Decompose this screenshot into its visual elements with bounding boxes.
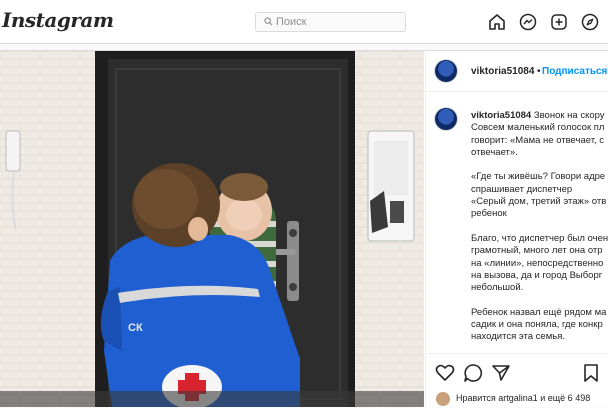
top-bar: Instagram (0, 0, 608, 44)
caption-line: Звонок на скору (533, 110, 605, 121)
caption-line: «Где ты живёшь? Говори адре (471, 171, 606, 183)
caption-line: ребенок (471, 208, 507, 220)
caption-avatar[interactable] (434, 107, 458, 131)
caption-line: на вызова, да и город Выборг (471, 269, 603, 281)
separator-dot: • (537, 66, 541, 77)
caption-text: Звонок на скору Совсем маленький голосок… (471, 110, 608, 342)
caption-line: спрашивает диспетчер (471, 183, 573, 195)
caption-line: находится эта семья. (471, 331, 565, 343)
caption-line: небольшой. (471, 282, 524, 294)
home-icon[interactable] (487, 12, 507, 32)
search-icon (264, 17, 273, 26)
like-icon[interactable] (434, 362, 456, 384)
caption-line: на «линии», непосредственно (471, 257, 604, 269)
caption-line: Ребенок назвал ещё рядом ма (471, 306, 607, 318)
post-header: viktoria51084 • Подписаться (426, 51, 608, 92)
share-icon[interactable] (490, 362, 512, 384)
post-sidebar: viktoria51084 • Подписаться viktoria5108… (425, 51, 608, 407)
post-container: СК viktoria51084 • Подписаться viktoria5… (0, 50, 608, 407)
caption-line: «Серый дом, третий этаж» отв (471, 196, 607, 208)
instagram-logo[interactable]: Instagram (2, 8, 114, 32)
liker-avatar[interactable] (436, 392, 450, 406)
search-input[interactable] (276, 15, 396, 29)
caption-line: садик и она поняла, где конкр (471, 319, 603, 331)
new-post-icon[interactable] (549, 12, 569, 32)
post-actions: Нравится artgalina1 и ещё 6 498 (426, 353, 608, 408)
caption-line: отвечает». (471, 146, 518, 158)
likes-count[interactable]: Нравится artgalina1 и ещё 6 498 (456, 393, 590, 403)
photo-illustration: СК (0, 51, 424, 407)
search-box[interactable] (255, 12, 406, 32)
author-avatar[interactable] (434, 59, 458, 83)
follow-button[interactable]: Подписаться (542, 66, 607, 77)
caption-line: Благо, что диспетчер был очен (471, 232, 608, 244)
svg-text:СК: СК (128, 322, 143, 334)
caption-line: грамотный, много лет она отр (471, 245, 603, 257)
caption-line: говорит: «Мама не отвечает, с (471, 134, 605, 146)
comment-icon[interactable] (462, 362, 484, 384)
caption-line: Совсем маленький голосок пл (471, 122, 605, 134)
messenger-icon[interactable] (518, 12, 538, 32)
post-caption: viktoria51084 Звонок на скору Совсем мал… (471, 110, 608, 350)
save-icon[interactable] (580, 362, 602, 384)
post-photo[interactable]: СК (0, 51, 424, 407)
author-username[interactable]: viktoria51084 (471, 66, 534, 77)
explore-icon[interactable] (580, 12, 600, 32)
caption-username[interactable]: viktoria51084 (471, 110, 531, 121)
